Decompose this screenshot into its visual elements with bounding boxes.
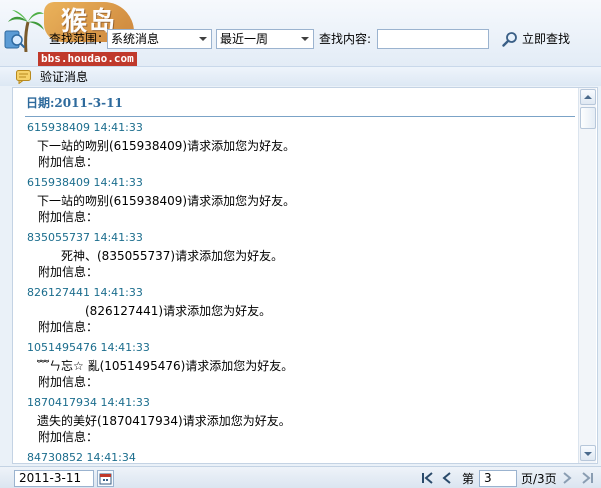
chevron-left-icon <box>442 472 451 484</box>
message-extra: 附加信息： <box>38 210 99 224</box>
scroll-up-button[interactable] <box>580 89 596 105</box>
message-extra: 附加信息： <box>38 320 99 334</box>
date-field[interactable]: 2011-3-11 <box>14 470 94 487</box>
list-item: 826127441 14:41:33 (826127441)请求添加您为好友。 … <box>13 286 579 341</box>
date-header: 日期:2011-3-11 <box>26 96 123 110</box>
page-total-label: 页/3页 <box>521 472 557 486</box>
calendar-button[interactable] <box>97 470 114 487</box>
scroll-down-button[interactable] <box>580 445 596 461</box>
page-number-input[interactable]: 3 <box>479 470 517 487</box>
message-meta: 615938409 14:41:33 <box>27 176 143 189</box>
last-page-button[interactable] <box>578 470 596 486</box>
message-extra: 附加信息： <box>38 265 99 279</box>
watermark-url: bbs.houdao.com <box>38 52 137 66</box>
prev-page-button[interactable] <box>440 470 454 486</box>
message-meta: 835055737 14:41:33 <box>27 231 143 244</box>
message-body: 死神、(835055737)请求添加您为好友。 <box>61 249 284 263</box>
search-input[interactable] <box>377 29 489 49</box>
chevron-up-icon <box>584 95 592 99</box>
vertical-scrollbar[interactable] <box>578 88 596 463</box>
search-now-label: 立即查找 <box>522 32 571 46</box>
scope-dropdown[interactable]: 系统消息 <box>107 29 212 49</box>
chevron-down-icon <box>301 37 309 41</box>
message-list-panel: 日期:2011-3-11 615938409 14:41:33 下一站的吻别(6… <box>12 87 598 464</box>
list-item: 615938409 14:41:33 下一站的吻别(615938409)请求添加… <box>13 176 579 231</box>
search-now-button[interactable]: 立即查找 <box>500 29 578 49</box>
message-body: ﹌ㄣ忘☆ 亂(1051495476)请求添加您为好友。 <box>37 359 294 373</box>
message-body: 遗失的美好(1870417934)请求添加您为好友。 <box>37 414 291 428</box>
message-extra: 附加信息： <box>38 375 99 389</box>
section-header: 验证消息 <box>0 66 601 86</box>
next-page-button[interactable] <box>561 470 573 486</box>
first-page-button[interactable] <box>419 470 437 486</box>
message-body: 下一站的吻别(615938409)请求添加您为好友。 <box>37 139 296 153</box>
message-meta: 615938409 14:41:33 <box>27 121 143 134</box>
time-range-dropdown[interactable]: 最近一周 <box>216 29 314 49</box>
first-page-icon <box>422 472 433 484</box>
message-extra: 附加信息： <box>38 155 99 169</box>
footer-pager: 2011-3-11 第 3 页/3页 <box>0 466 601 488</box>
date-divider <box>25 116 575 117</box>
time-range-value: 最近一周 <box>220 32 269 46</box>
message-meta: 84730852 14:41:34 <box>27 451 136 464</box>
magnifier-icon <box>502 32 517 47</box>
last-page-icon <box>582 472 593 484</box>
search-app-icon <box>4 30 26 49</box>
message-extra: 附加信息： <box>38 430 99 444</box>
section-title: 验证消息 <box>40 70 89 84</box>
list-item: 835055737 14:41:33 死神、(835055737)请求添加您为好… <box>13 231 579 286</box>
chevron-down-icon <box>584 452 592 456</box>
message-body: (826127441)请求添加您为好友。 <box>85 304 272 318</box>
message-meta: 826127441 14:41:33 <box>27 286 143 299</box>
scope-label: 查找范围： <box>49 32 110 46</box>
chevron-down-icon <box>199 37 207 41</box>
list-item: 615938409 14:41:33 下一站的吻别(615938409)请求添加… <box>13 121 579 176</box>
chevron-right-icon <box>563 472 572 484</box>
message-meta: 1051495476 14:41:33 <box>27 341 150 354</box>
list-item: 1051495476 14:41:33 ﹌ㄣ忘☆ 亂(1051495476)请求… <box>13 341 579 396</box>
scope-dropdown-value: 系统消息 <box>111 32 160 46</box>
list-item: 1870417934 14:41:33 遗失的美好(1870417934)请求添… <box>13 396 579 451</box>
search-label: 查找内容: <box>319 32 372 46</box>
message-meta: 1870417934 14:41:33 <box>27 396 150 409</box>
scroll-thumb[interactable] <box>580 107 596 129</box>
list-item: 84730852 14:41:34 <box>13 451 579 464</box>
message-body: 下一站的吻别(615938409)请求添加您为好友。 <box>37 194 296 208</box>
calendar-icon <box>99 473 112 485</box>
page-prefix-label: 第 <box>462 472 475 486</box>
message-icon <box>16 70 31 84</box>
toolbar: 猴岛 bbs.houdao.com 查找范围： 系统消息 最近一周 查找内容: … <box>0 0 601 66</box>
